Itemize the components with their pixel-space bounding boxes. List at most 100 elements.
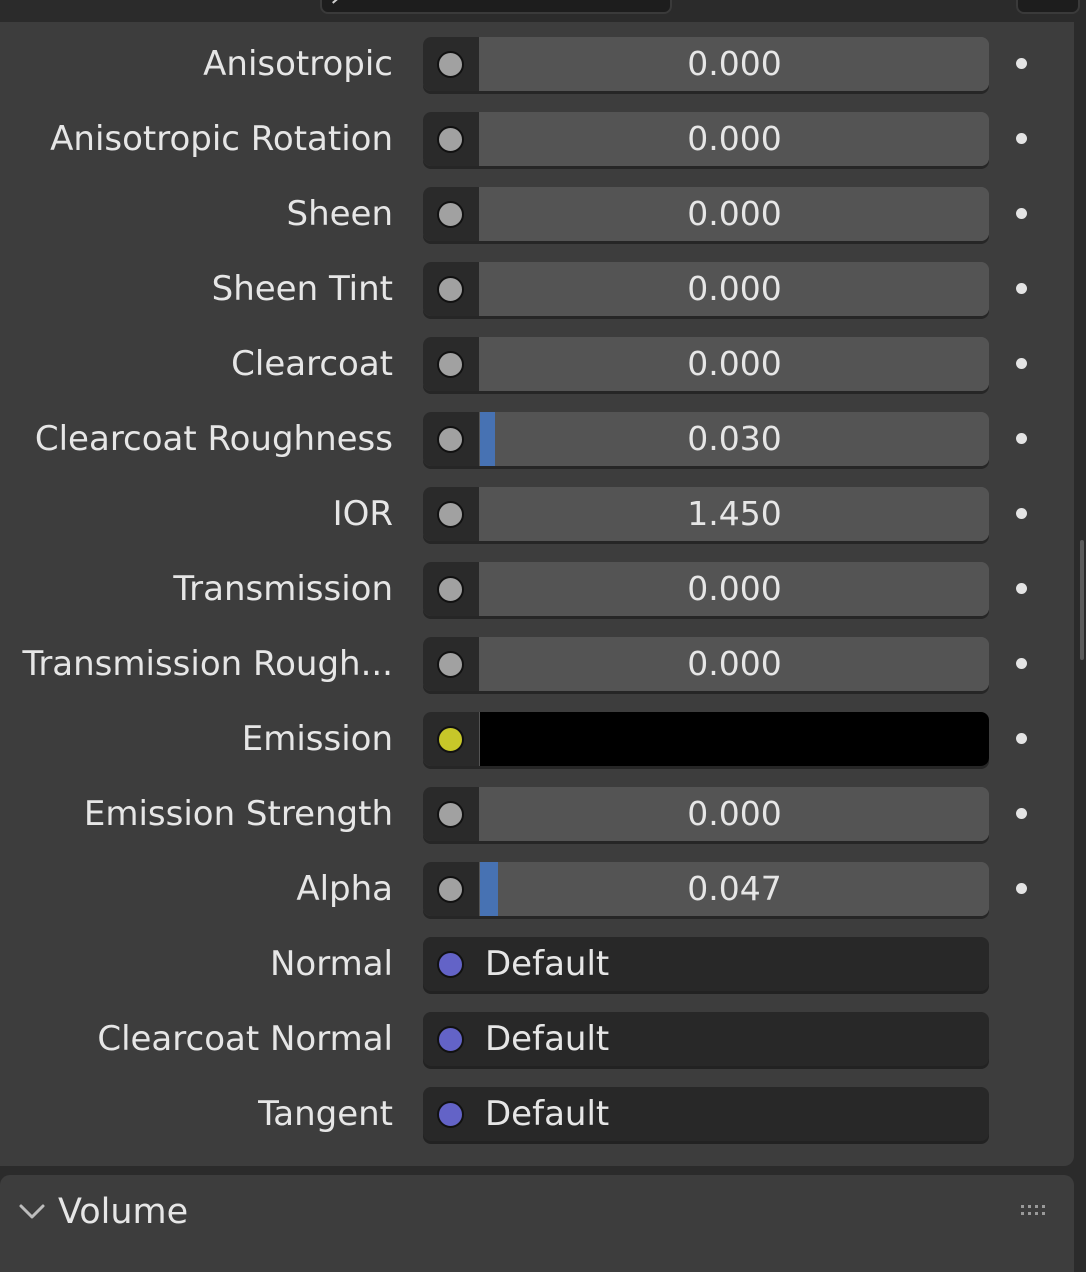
input-field-group: 0.030 [423, 412, 989, 466]
input-row: Clearcoat 0.000 [0, 337, 1074, 395]
input-row: IOR 1.450 [0, 487, 1074, 545]
socket-cell [423, 862, 479, 916]
input-label: IOR [332, 494, 393, 534]
socket-icon[interactable] [437, 1026, 464, 1053]
input-field-group: 0.000 [423, 787, 989, 841]
scrollbar[interactable] [1080, 540, 1084, 660]
keyframe-dot-icon[interactable] [1016, 208, 1027, 219]
input-label: Normal [269, 944, 393, 984]
socket-icon[interactable] [437, 726, 464, 753]
input-label: Emission [241, 719, 393, 759]
keyframe-dot-icon[interactable] [1016, 58, 1027, 69]
value-slider[interactable]: 0.000 [480, 112, 989, 166]
socket-icon[interactable] [437, 576, 464, 603]
value-slider[interactable]: 0.000 [480, 337, 989, 391]
link-value: Default [485, 1094, 610, 1134]
socket-cell [423, 187, 479, 241]
value-text: 0.000 [687, 269, 782, 308]
input-row: Normal Default [0, 937, 1074, 995]
value-text: 0.000 [687, 44, 782, 83]
socket-icon[interactable] [437, 276, 464, 303]
input-row: Emission [0, 712, 1074, 770]
socket-cell [423, 712, 479, 766]
value-slider[interactable]: 0.000 [480, 262, 989, 316]
input-field-group: 0.000 [423, 637, 989, 691]
input-label: Alpha [296, 869, 393, 909]
input-row: Alpha 0.047 [0, 862, 1074, 920]
input-label: Clearcoat Roughness [34, 419, 393, 459]
socket-icon[interactable] [437, 51, 464, 78]
value-text: 1.450 [687, 494, 782, 533]
value-slider[interactable]: 0.000 [480, 37, 989, 91]
keyframe-dot-icon[interactable] [1016, 508, 1027, 519]
link-field[interactable]: Default [423, 937, 989, 991]
search-field-partial[interactable] [320, 0, 672, 14]
input-label: Emission Strength [83, 794, 393, 834]
value-slider[interactable]: 0.000 [480, 562, 989, 616]
chevron-down-icon [19, 1204, 45, 1219]
socket-cell [423, 637, 479, 691]
value-slider[interactable]: 0.030 [480, 412, 989, 466]
socket-icon[interactable] [437, 876, 464, 903]
value-slider[interactable]: 0.000 [480, 637, 989, 691]
socket-cell [423, 37, 479, 91]
socket-icon[interactable] [437, 426, 464, 453]
socket-cell [423, 787, 479, 841]
keyframe-dot-icon[interactable] [1016, 358, 1027, 369]
value-slider[interactable]: 0.047 [480, 862, 989, 916]
input-row: Transmission Rough... 0.000 [0, 637, 1074, 695]
value-slider[interactable]: 0.000 [480, 187, 989, 241]
color-swatch[interactable] [480, 712, 989, 766]
input-field-group [423, 712, 989, 766]
value-text: 0.000 [687, 569, 782, 608]
socket-icon[interactable] [437, 201, 464, 228]
keyframe-dot-icon[interactable] [1016, 583, 1027, 594]
input-label: Sheen [286, 194, 393, 234]
input-field-group: 0.047 [423, 862, 989, 916]
volume-section-header[interactable]: Volume [0, 1175, 1074, 1272]
link-field[interactable]: Default [423, 1012, 989, 1066]
link-field[interactable]: Default [423, 1087, 989, 1141]
input-label: Tangent [258, 1094, 393, 1134]
keyframe-dot-icon[interactable] [1016, 733, 1027, 744]
input-row: Sheen Tint 0.000 [0, 262, 1074, 320]
socket-cell [423, 562, 479, 616]
input-label: Transmission [173, 569, 393, 609]
link-value: Default [485, 944, 610, 984]
keyframe-dot-icon[interactable] [1016, 883, 1027, 894]
input-row: Anisotropic 0.000 [0, 37, 1074, 95]
socket-cell [423, 112, 479, 166]
keyframe-dot-icon[interactable] [1016, 433, 1027, 444]
surface-inputs-panel: Anisotropic 0.000 Anisotropic Rotation 0.00… [0, 22, 1074, 1166]
input-row: Sheen 0.000 [0, 187, 1074, 245]
input-field-group: 0.000 [423, 337, 989, 391]
input-field-group: 0.000 [423, 187, 989, 241]
socket-icon[interactable] [437, 1101, 464, 1128]
top-button-partial[interactable] [1016, 0, 1080, 14]
value-slider[interactable]: 0.000 [480, 787, 989, 841]
input-row: Tangent Default [0, 1087, 1074, 1145]
socket-icon[interactable] [437, 501, 464, 528]
top-strip [0, 0, 1086, 22]
value-slider[interactable]: 1.450 [480, 487, 989, 541]
value-text: 0.000 [687, 794, 782, 833]
value-text: 0.000 [687, 119, 782, 158]
input-label: Sheen Tint [211, 269, 393, 309]
keyframe-dot-icon[interactable] [1016, 283, 1027, 294]
value-text: 0.000 [687, 344, 782, 383]
input-row: Anisotropic Rotation 0.000 [0, 112, 1074, 170]
socket-icon[interactable] [437, 651, 464, 678]
keyframe-dot-icon[interactable] [1016, 133, 1027, 144]
socket-icon[interactable] [437, 951, 464, 978]
keyframe-dot-icon[interactable] [1016, 658, 1027, 669]
socket-icon[interactable] [437, 126, 464, 153]
input-label: Anisotropic [203, 44, 393, 84]
input-row: Clearcoat Normal Default [0, 1012, 1074, 1070]
section-title: Volume [58, 1192, 189, 1232]
drag-handle-icon[interactable] [1020, 1203, 1050, 1217]
socket-icon[interactable] [437, 351, 464, 378]
socket-icon[interactable] [437, 801, 464, 828]
input-label: Clearcoat Normal [97, 1019, 393, 1059]
link-value: Default [485, 1019, 610, 1059]
keyframe-dot-icon[interactable] [1016, 808, 1027, 819]
